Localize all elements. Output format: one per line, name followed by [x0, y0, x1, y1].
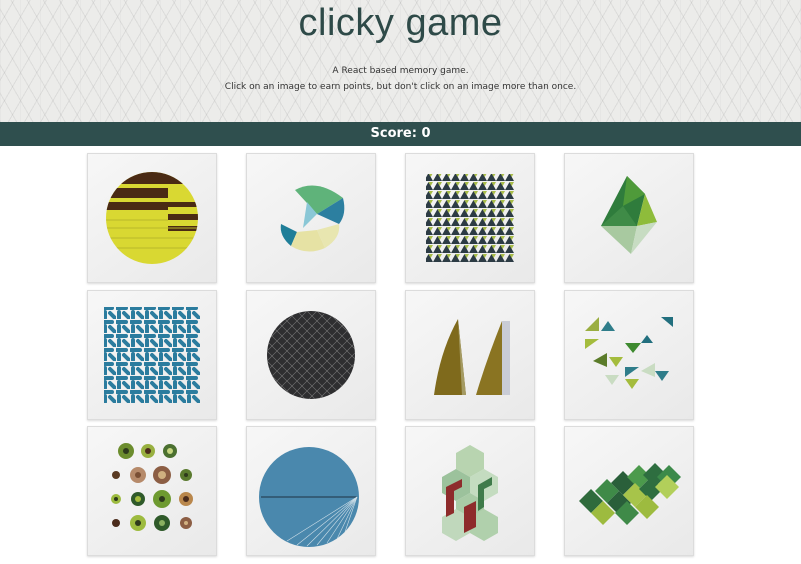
green-crystal-polygon-art — [601, 176, 657, 254]
green-diamond-tiles-art — [579, 463, 681, 525]
game-description-line1: A React based memory game. — [332, 66, 469, 76]
image-card-11[interactable] — [405, 426, 535, 556]
image-card-7[interactable] — [405, 290, 535, 420]
image-card-9[interactable] — [87, 426, 217, 556]
image-card-4[interactable] — [564, 153, 694, 283]
game-description-line2: Click on an image to earn points, but do… — [224, 82, 577, 92]
image-card-6[interactable] — [246, 290, 376, 420]
image-card-12[interactable] — [564, 426, 694, 556]
image-card-1[interactable] — [87, 153, 217, 283]
score-bar: Score: 0 — [0, 122, 801, 146]
concentric-dots-art — [111, 443, 193, 531]
score-label: Score: 0 — [370, 126, 431, 141]
olive-sails-art — [434, 319, 510, 395]
header-banner: clicky game A React based memory game. C… — [0, 0, 801, 122]
image-card-3[interactable] — [405, 153, 535, 283]
triangle-grid-pattern-art — [426, 174, 514, 262]
blue-maze-lines-art — [104, 307, 200, 403]
image-card-10[interactable] — [246, 426, 376, 556]
hexagon-cubes-art — [442, 445, 498, 541]
image-card-5[interactable] — [87, 290, 217, 420]
page-title: clicky game — [298, 2, 503, 44]
image-card-8[interactable] — [564, 290, 694, 420]
yellow-brown-striped-circle-art — [106, 172, 198, 264]
teal-green-fragment-circle-art — [280, 185, 345, 252]
image-card-2[interactable] — [246, 153, 376, 283]
dark-grid-circle-art — [267, 311, 355, 399]
scattered-triangles-art — [585, 317, 673, 389]
blue-circle-lines-art — [259, 447, 359, 547]
